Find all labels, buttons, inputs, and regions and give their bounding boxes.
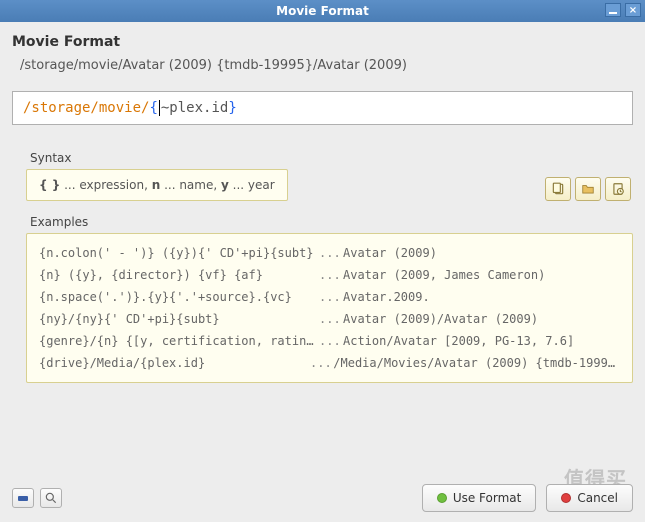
collapse-icon: [17, 493, 29, 503]
cancel-label: Cancel: [577, 491, 618, 505]
example-result: Avatar (2009): [343, 246, 437, 260]
example-pattern: {n.space('.')}.{y}{'.'+source}.{vc}: [39, 290, 319, 304]
clipboard-button[interactable]: [545, 177, 571, 201]
magnifier-icon: [44, 491, 58, 505]
example-separator: ...: [319, 290, 343, 304]
cancel-icon: [561, 493, 571, 503]
example-result: /Media/Movies/Avatar (2009) {tmdb-1999..…: [333, 356, 620, 370]
recent-button[interactable]: [605, 177, 631, 201]
footer-bar: Use Format Cancel: [12, 484, 633, 512]
example-pattern: {genre}/{n} {[y, certification, rating]}: [39, 334, 319, 348]
example-row[interactable]: {n.space('.')}.{y}{'.'+source}.{vc}...Av…: [39, 286, 620, 308]
example-separator: ...: [319, 312, 343, 326]
window-title: Movie Format: [276, 4, 369, 18]
syntax-panel: { } ... expression, n ... name, y ... ye…: [26, 169, 288, 201]
use-format-label: Use Format: [453, 491, 522, 505]
examples-panel: {n.colon(' - ')} ({y}){' CD'+pi}{subt}..…: [26, 233, 633, 383]
format-input[interactable]: /storage/movie/{ ~plex.id }: [12, 91, 633, 125]
example-separator: ...: [319, 334, 343, 348]
example-pattern: {n} ({y}, {director}) {vf} {af}: [39, 268, 319, 282]
check-icon: [437, 493, 447, 503]
use-format-button[interactable]: Use Format: [422, 484, 537, 512]
syntax-label: Syntax: [30, 151, 288, 165]
zoom-button[interactable]: [40, 488, 62, 508]
example-pattern: {drive}/Media/{plex.id}: [39, 356, 310, 370]
close-button[interactable]: ×: [625, 3, 641, 17]
example-result: Action/Avatar [2009, PG-13, 7.6]: [343, 334, 574, 348]
dialog-title: Movie Format: [12, 34, 633, 50]
recent-icon: [611, 182, 625, 196]
examples-label: Examples: [30, 215, 633, 229]
example-separator: ...: [319, 268, 343, 282]
collapse-button[interactable]: [12, 488, 34, 508]
example-row[interactable]: {ny}/{ny}{' CD'+pi}{subt}...Avatar (2009…: [39, 308, 620, 330]
example-result: Avatar.2009.: [343, 290, 430, 304]
dialog-content: Movie Format /storage/movie/Avatar (2009…: [0, 22, 645, 522]
titlebar: Movie Format ×: [0, 0, 645, 22]
input-expression: ~plex.id: [161, 100, 228, 116]
example-separator: ...: [310, 356, 333, 370]
example-separator: ...: [319, 246, 343, 260]
clipboard-icon: [551, 182, 565, 196]
example-row[interactable]: {drive}/Media/{plex.id}.../Media/Movies/…: [39, 352, 620, 374]
cancel-button[interactable]: Cancel: [546, 484, 633, 512]
path-preview: /storage/movie/Avatar (2009) {tmdb-19995…: [20, 58, 633, 73]
minimize-button[interactable]: [605, 3, 621, 17]
text-cursor: [159, 100, 160, 116]
example-row[interactable]: {n.colon(' - ')} ({y}){' CD'+pi}{subt}..…: [39, 242, 620, 264]
example-result: Avatar (2009)/Avatar (2009): [343, 312, 538, 326]
syntax-y: y: [221, 178, 229, 192]
folder-button[interactable]: [575, 177, 601, 201]
brace-close: }: [228, 100, 236, 116]
input-prefix: /storage/movie/: [23, 100, 149, 116]
syntax-n: n: [152, 178, 161, 192]
toolbar-icons: [545, 177, 631, 201]
example-row[interactable]: {n} ({y}, {director}) {vf} {af}...Avatar…: [39, 264, 620, 286]
example-row[interactable]: {genre}/{n} {[y, certification, rating]}…: [39, 330, 620, 352]
brace-open: {: [149, 100, 157, 116]
folder-icon: [581, 182, 595, 196]
window-controls: ×: [605, 3, 641, 17]
example-result: Avatar (2009, James Cameron): [343, 268, 545, 282]
example-pattern: {n.colon(' - ')} ({y}){' CD'+pi}{subt}: [39, 246, 319, 260]
syntax-braces: { }: [39, 178, 60, 192]
example-pattern: {ny}/{ny}{' CD'+pi}{subt}: [39, 312, 319, 326]
